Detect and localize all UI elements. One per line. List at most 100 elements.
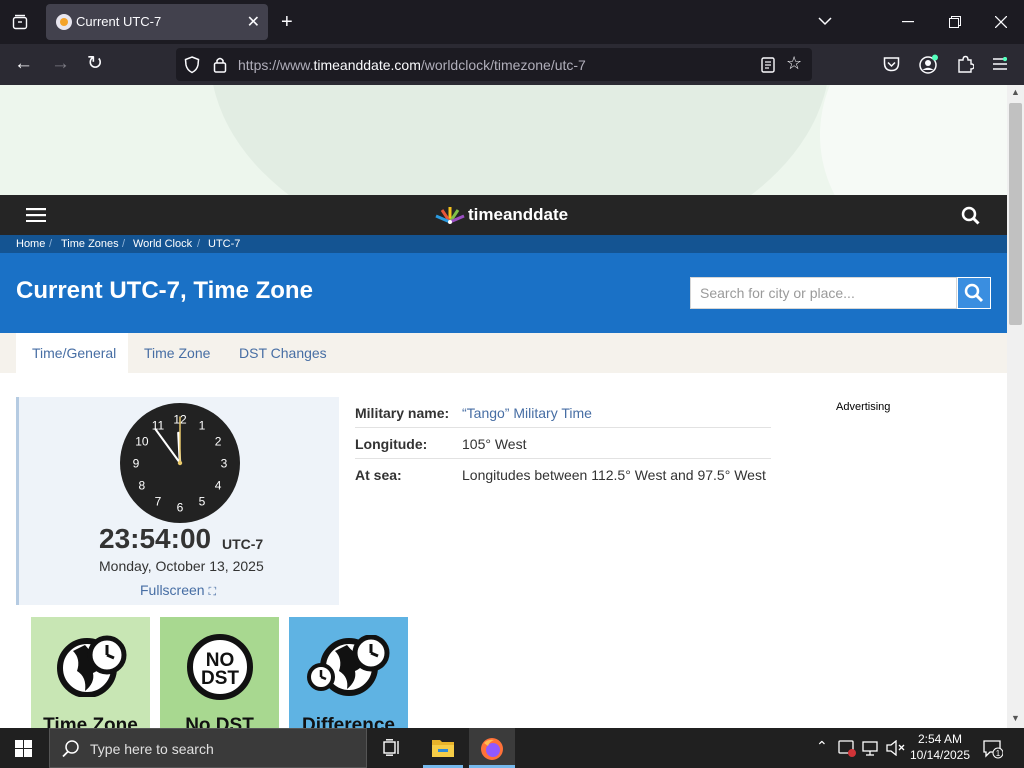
digital-clock-time: 23:54:00 <box>99 523 212 554</box>
site-favicon-icon <box>56 14 72 30</box>
clock-panel: 12 1 2 3 4 5 6 7 8 9 10 11 23:54:00 UTC-7 Monday, O… <box>16 397 339 605</box>
hamburger-menu-icon[interactable] <box>26 208 46 222</box>
breadcrumb: Home / Time Zones / World Clock / UTC-7 <box>0 235 1007 253</box>
info-label: At sea: <box>355 467 402 483</box>
no-dst-badge-icon: NO DST <box>187 634 253 700</box>
breadcrumb-home[interactable]: Home <box>16 238 45 250</box>
tile-difference[interactable]: Difference <box>289 617 408 728</box>
tile-no-dst[interactable]: NO DST No DST <box>160 617 279 728</box>
fullscreen-link[interactable]: Fullscreen ⛶ <box>140 582 216 599</box>
browser-tab-active[interactable]: Current UTC-7 ✕ <box>46 4 268 40</box>
taskbar-time: 2:54 AM <box>917 732 963 746</box>
info-value: 105° West <box>462 436 527 452</box>
url-path: /worldclock/timezone/utc-7 <box>420 57 586 73</box>
notifications-icon[interactable]: 1 <box>983 739 1003 759</box>
page-title: Current UTC-7, Time Zone <box>16 277 313 304</box>
no-dst-badge-line2: DST <box>201 668 239 689</box>
taskbar-search-box[interactable]: Type here to search <box>49 728 367 768</box>
timeanddate-logo-icon[interactable] <box>433 204 467 224</box>
clock-numeral: 2 <box>215 435 222 449</box>
task-view-icon[interactable] <box>383 739 401 756</box>
breadcrumb-separator: / <box>122 238 126 250</box>
tab-overview-icon[interactable] <box>12 14 28 30</box>
url-domain: timeanddate.com <box>313 57 421 73</box>
windows-taskbar: Type here to search ⌃ 2:54 AM 10/14/2025… <box>0 728 1024 768</box>
info-label: Longitude: <box>355 436 428 452</box>
scroll-down-icon[interactable]: ▼ <box>1011 713 1020 723</box>
breadcrumb-current: UTC-7 <box>208 238 241 250</box>
clock-numeral: 8 <box>139 479 146 493</box>
taskbar-clock[interactable]: 2:54 AM 10/14/2025 <box>908 731 972 763</box>
security-alert-icon[interactable] <box>838 740 856 757</box>
pocket-icon[interactable] <box>883 56 900 72</box>
tab-dst-changes[interactable]: DST Changes <box>239 333 327 373</box>
breadcrumb-separator: / <box>197 238 201 250</box>
clock-numeral: 5 <box>199 495 206 509</box>
advertising-label: Advertising <box>836 401 891 413</box>
file-explorer-icon <box>432 740 454 757</box>
forward-icon[interactable]: → <box>51 53 70 75</box>
reader-view-icon[interactable] <box>761 57 775 73</box>
site-logo-text[interactable]: timeanddate <box>468 205 568 225</box>
clock-center-pin <box>177 460 183 466</box>
scroll-up-icon[interactable]: ▲ <box>1011 87 1020 97</box>
scrollbar-thumb[interactable] <box>1009 103 1022 325</box>
header-search-icon[interactable] <box>961 206 980 225</box>
notification-count: 1 <box>996 749 1001 758</box>
tab-time-zone[interactable]: Time Zone <box>144 333 210 373</box>
clock-date: Monday, October 13, 2025 <box>99 558 264 574</box>
new-tab-icon[interactable]: + <box>281 11 293 34</box>
taskbar-date: 10/14/2025 <box>909 748 971 762</box>
network-icon[interactable] <box>862 741 880 756</box>
info-row-longitude: Longitude: 105° West <box>355 428 771 459</box>
tracking-protection-shield-icon[interactable] <box>184 56 200 74</box>
clock-numeral: 6 <box>177 501 184 515</box>
url-text[interactable]: https://www.timeanddate.com/worldclock/t… <box>238 57 586 73</box>
ad-decoration <box>210 85 830 195</box>
ad-banner[interactable] <box>0 85 1007 195</box>
breadcrumb-world-clock[interactable]: World Clock <box>133 238 192 250</box>
file-explorer-taskbar-button[interactable] <box>423 728 463 768</box>
app-menu-icon[interactable] <box>993 57 1007 71</box>
clock-numeral: 7 <box>155 495 162 509</box>
show-hidden-icons-chevron-icon[interactable]: ⌃ <box>816 738 828 755</box>
info-label: Military name: <box>355 405 450 421</box>
info-row-at-sea: At sea: Longitudes between 112.5° West a… <box>355 459 771 490</box>
reload-icon[interactable]: ↻ <box>87 52 103 75</box>
city-search-button[interactable] <box>957 277 991 309</box>
close-window-icon[interactable] <box>995 16 1007 28</box>
clock-numeral: 4 <box>215 479 222 493</box>
list-all-tabs-icon[interactable] <box>818 16 832 26</box>
tile-time-zone[interactable]: Time Zone <box>31 617 150 728</box>
minimize-window-icon[interactable] <box>902 21 914 23</box>
close-tab-icon[interactable]: ✕ <box>247 12 260 32</box>
page-tabs: Time/General Time Zone DST Changes <box>0 333 1007 373</box>
restore-window-icon[interactable] <box>949 16 961 28</box>
extensions-icon[interactable] <box>956 55 974 73</box>
lock-icon[interactable] <box>213 56 227 73</box>
site-header: timeanddate <box>0 195 1007 235</box>
account-icon[interactable] <box>919 54 939 74</box>
volume-muted-icon[interactable] <box>886 740 906 756</box>
taskbar-search-icon <box>62 740 79 758</box>
web-page: timeanddate Home / Time Zones / World Cl… <box>0 85 1007 728</box>
ad-decoration <box>820 85 1007 195</box>
bookmark-star-icon[interactable]: ☆ <box>786 53 802 74</box>
browser-nav-bar: ← → ↻ https://www.timeanddate.com/worldc… <box>0 44 1024 85</box>
page-scrollbar[interactable]: ▲ ▼ <box>1007 85 1024 728</box>
info-row-military-name: Military name: “Tango” Military Time <box>355 397 771 428</box>
firefox-icon <box>481 738 503 760</box>
windows-start-icon[interactable] <box>15 740 32 757</box>
city-search-input[interactable] <box>690 277 957 309</box>
url-bar[interactable]: https://www.timeanddate.com/worldclock/t… <box>176 48 812 81</box>
clock-numeral: 1 <box>199 418 206 432</box>
taskbar-search-placeholder: Type here to search <box>90 741 214 757</box>
breadcrumb-time-zones[interactable]: Time Zones <box>61 238 119 250</box>
tab-time-general[interactable]: Time/General <box>16 333 128 373</box>
title-bar: Current UTC-7, Time Zone <box>0 253 1007 333</box>
firefox-taskbar-button[interactable] <box>469 728 515 768</box>
back-icon[interactable]: ← <box>14 53 33 75</box>
clock-numeral: 9 <box>133 457 140 471</box>
military-time-link[interactable]: “Tango” Military Time <box>462 405 592 421</box>
browser-tab-bar: Current UTC-7 ✕ + <box>0 0 1024 44</box>
